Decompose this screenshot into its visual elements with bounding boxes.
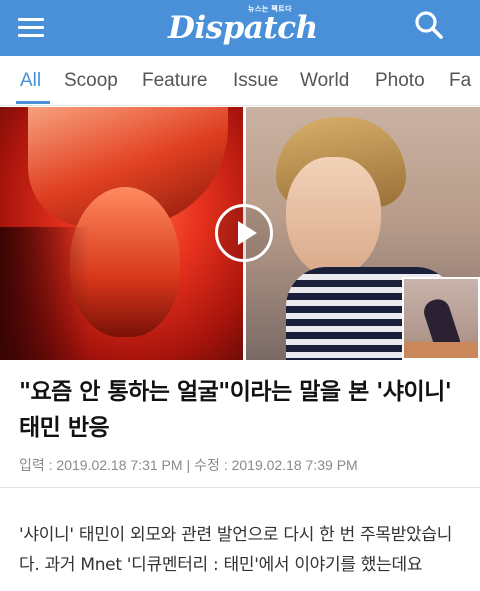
hero-inset-photo (402, 277, 480, 360)
search-icon[interactable] (412, 8, 446, 42)
tab-scoop[interactable]: Scoop (64, 70, 118, 92)
article-meta: 입력 : 2019.02.18 7:31 PM | 수정 : 2019.02.18 … (19, 455, 358, 475)
menu-line (18, 34, 44, 37)
article-body: '샤이니' 태민이 외모와 관련 발언으로 다시 한 번 주목받았습니다. 과거… (19, 525, 453, 575)
category-nav: All Scoop Feature Issue World Photo Fa (0, 56, 480, 106)
tab-photo[interactable]: Photo (375, 70, 425, 92)
active-tab-indicator (16, 101, 50, 104)
tab-world[interactable]: World (300, 70, 349, 92)
published-time: 입력 : 2019.02.18 7:31 PM (19, 457, 183, 473)
article-title: "요즘 안 통하는 얼굴"이라는 말을 본 '샤이니' 태민 반응 (19, 379, 452, 441)
hero-left-shadow (0, 227, 90, 360)
hero-photo-red-portrait (0, 107, 243, 360)
tab-fashion-partial[interactable]: Fa (449, 70, 471, 92)
top-bar: 뉴스는 팩트다 Dispatch (0, 0, 480, 56)
dispatch-logo[interactable]: 뉴스는 팩트다 Dispatch (168, 4, 318, 52)
play-icon[interactable] (215, 204, 273, 262)
menu-line (18, 18, 44, 21)
meta-separator: | (186, 457, 191, 473)
logo-word: Dispatch (168, 10, 318, 46)
menu-line (18, 26, 44, 29)
tab-all[interactable]: All (20, 70, 41, 92)
hero-video-thumbnail[interactable] (0, 107, 480, 360)
hamburger-menu-icon[interactable] (14, 10, 48, 44)
updated-time: 수정 : 2019.02.18 7:39 PM (194, 457, 358, 473)
tab-feature[interactable]: Feature (142, 70, 207, 92)
tab-issue[interactable]: Issue (233, 70, 278, 92)
inset-floor (404, 342, 478, 358)
hero-right-face (286, 157, 381, 277)
divider (0, 487, 480, 488)
